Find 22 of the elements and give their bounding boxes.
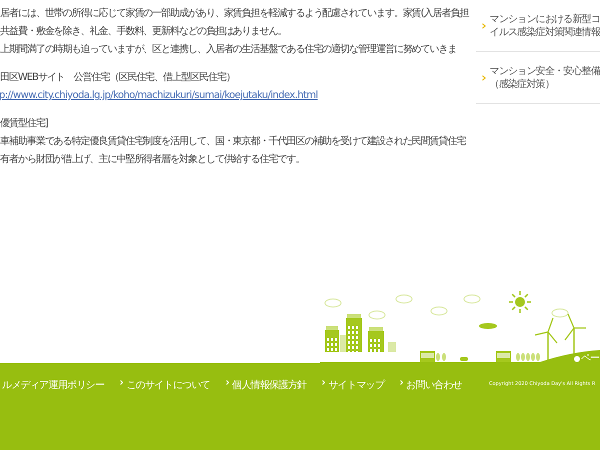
body-text: 車補助事業である特定優良賃貸住宅制度を活用して、国・東京都・千代田区の補助を受けて建設された民間賃貸住宅 <box>0 134 467 149</box>
footer-link[interactable]: 個人情報保護方針 <box>226 378 306 393</box>
body-text: 居者には、世帯の所得に応じて家賃の一部助成があり、家賃負担を軽減するよう配慮されています。家賃(入居者負担 <box>0 6 470 21</box>
footer-link[interactable]: ルメディア運用ポリシー <box>2 378 104 393</box>
body-text: 上期間満了の時期も迫っていますが、区と連携し、入居者の生活基盤である住宅の適切な管理運営に努めていきま <box>0 42 458 57</box>
chevron-icon <box>322 380 326 385</box>
chevron-icon <box>226 380 230 385</box>
chevron-icon <box>400 380 404 385</box>
website-link[interactable]: p://www.city.chiyoda.lg.jp/koho/machizukuri/sumai/koejutaku/index.html <box>0 87 470 105</box>
footer-link[interactable]: お問い合わせ <box>400 378 462 393</box>
body-text: 共益費・敷金を除き、礼金、手数料、更新料などの負担はありません。 <box>0 24 288 39</box>
chevron-icon <box>482 74 486 80</box>
body-text: 有者から財団が借上げ、主に中堅所得者層を対象として供給する住宅です。 <box>0 152 306 167</box>
footer-link[interactable]: このサイトについて <box>120 378 210 393</box>
sidebar-link[interactable]: マンション安全・安心整備 （感染症対策） <box>476 52 600 104</box>
footer-link[interactable]: サイトマップ <box>322 378 384 393</box>
chevron-icon <box>482 22 486 28</box>
page-top-link[interactable]: ペー <box>574 353 599 365</box>
chevron-icon <box>120 380 124 385</box>
sidebar-link[interactable]: マンションにおける新型コ イルス感染症対策関連情報 <box>476 0 600 52</box>
body-text: 田区WEBサイト 公営住宅（区民住宅、借上型区民住宅） <box>0 70 236 85</box>
body-text: 優賃型住宅] <box>0 116 49 131</box>
